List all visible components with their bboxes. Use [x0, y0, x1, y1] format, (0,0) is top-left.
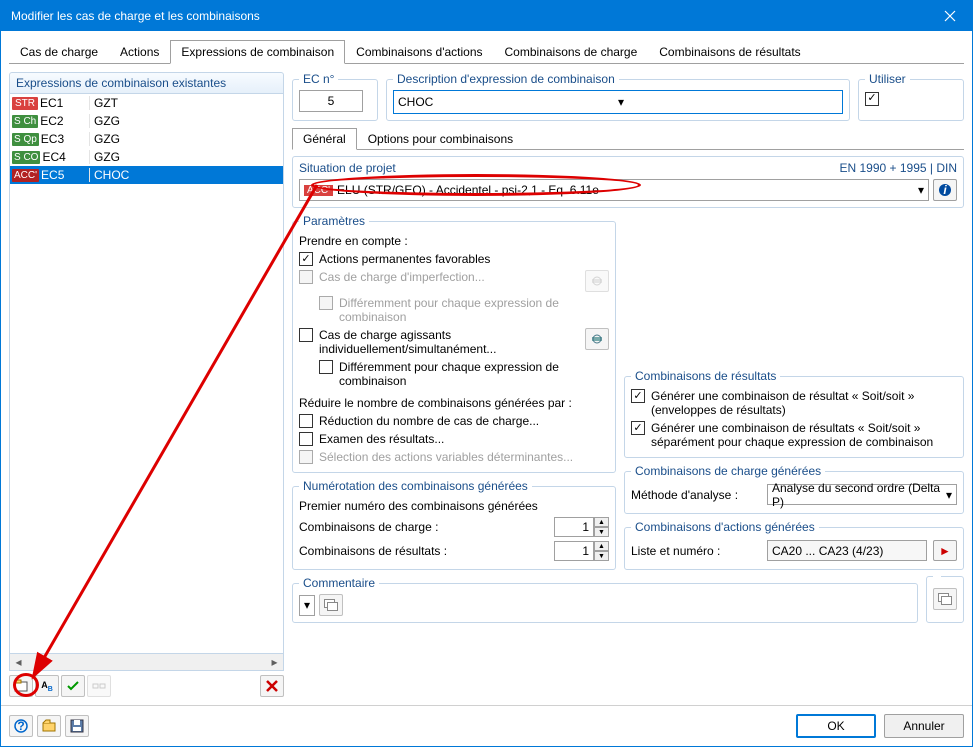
stack-icon — [324, 599, 338, 611]
goto-button[interactable]: ► — [933, 540, 957, 561]
situation-group: Situation de projet EN 1990 + 1995 | DIN… — [292, 156, 964, 208]
ec-list-title: Expressions de combinaison existantes — [9, 72, 284, 94]
sub-tabs: Général Options pour combinaisons — [292, 127, 964, 150]
spinner-result-comb[interactable]: ▲▼ — [554, 541, 609, 561]
stack-icon — [938, 593, 952, 605]
spinner-up-icon[interactable]: ▲ — [594, 541, 609, 551]
spinner-load-comb[interactable]: ▲▼ — [554, 517, 609, 537]
ec-badge: S Ch — [12, 115, 38, 128]
tab-cas-de-charge[interactable]: Cas de charge — [9, 40, 109, 64]
checkbox-agissants[interactable] — [299, 328, 313, 342]
ec-row[interactable]: S ChEC2 GZG — [10, 112, 283, 130]
tab-comb-actions[interactable]: Combinaisons d'actions — [345, 40, 493, 64]
comment-combo[interactable]: ▾ — [299, 595, 315, 616]
settings-group — [926, 576, 964, 623]
open-button[interactable] — [37, 715, 61, 737]
spinner-down-icon[interactable]: ▼ — [594, 527, 609, 537]
result-comb-group: Combinaisons de résultats Générer une co… — [624, 369, 964, 458]
chevron-down-icon[interactable]: ▾ — [946, 488, 952, 502]
spinner-down-icon[interactable]: ▼ — [594, 551, 609, 561]
svg-text:?: ? — [17, 719, 24, 733]
action-comb-group: Combinaisons d'actions générées Liste et… — [624, 520, 964, 570]
chevron-down-icon[interactable]: ▾ — [618, 95, 838, 109]
parameters-group: Paramètres Prendre en compte : Actions p… — [292, 214, 616, 473]
ok-button[interactable]: OK — [796, 714, 876, 738]
checkbox-examine[interactable] — [299, 432, 313, 446]
checkbox-gen-env[interactable] — [631, 389, 645, 403]
ec-row[interactable]: STREC1 GZT — [10, 94, 283, 112]
subtab-options[interactable]: Options pour combinaisons — [357, 128, 524, 150]
use-checkbox[interactable] — [865, 92, 879, 106]
link-button — [87, 675, 111, 697]
close-button[interactable] — [927, 1, 972, 31]
tab-expressions[interactable]: Expressions de combinaison — [170, 40, 345, 64]
window-title: Modifier les cas de charge et les combin… — [11, 9, 260, 23]
gear-button — [585, 270, 609, 292]
comment-library-button[interactable] — [319, 594, 343, 616]
situation-label: Situation de projet — [299, 161, 396, 175]
ec-row[interactable]: S QpEC3 GZG — [10, 130, 283, 148]
situation-badge: ACC' — [304, 185, 333, 196]
ec-badge: ACC' — [12, 169, 39, 182]
chevron-down-icon[interactable]: ▾ — [918, 183, 924, 197]
chevron-down-icon[interactable]: ▾ — [304, 598, 310, 612]
settings-button[interactable] — [933, 588, 957, 610]
method-select[interactable]: Analyse du second ordre (Delta P) ▾ — [767, 484, 957, 505]
checkbox-imperfection — [299, 270, 313, 284]
scroll-left-icon[interactable]: ◂ — [10, 655, 27, 670]
description-group: Description d'expression de combinaison … — [386, 72, 850, 121]
scroll-right-icon[interactable]: ▸ — [266, 655, 283, 670]
checkbox-gen-sep[interactable] — [631, 421, 645, 435]
description-combo[interactable]: CHOC ▾ — [393, 90, 843, 114]
main-tabs: Cas de charge Actions Expressions de com… — [9, 39, 964, 64]
load-comb-group: Combinaisons de charge générées Méthode … — [624, 464, 964, 514]
titlebar: Modifier les cas de charge et les combin… — [1, 1, 972, 31]
situation-select[interactable]: ACC' ELU (STR/GEO) - Accidentel - psi-2,… — [299, 179, 929, 201]
spinner-up-icon[interactable]: ▲ — [594, 517, 609, 527]
checkbox-select-var — [299, 450, 313, 464]
use-group: Utiliser — [858, 72, 964, 121]
checkbox-diff1 — [319, 296, 333, 310]
gear-button[interactable] — [585, 328, 609, 350]
cancel-button[interactable]: Annuler — [884, 714, 964, 738]
check-button[interactable] — [61, 675, 85, 697]
info-button[interactable]: i — [933, 179, 957, 201]
ec-badge: STR — [12, 97, 38, 110]
ec-number-group: EC n° — [292, 72, 378, 121]
save-button[interactable] — [65, 715, 89, 737]
checkbox-diff2[interactable] — [319, 360, 333, 374]
new-button[interactable] — [9, 675, 33, 697]
ec-row[interactable]: S COEC4 GZG — [10, 148, 283, 166]
help-button[interactable]: ? — [9, 715, 33, 737]
tab-actions[interactable]: Actions — [109, 40, 170, 64]
ec-number-input[interactable] — [299, 90, 363, 112]
numbering-group: Numérotation des combinaisons générées P… — [292, 479, 616, 570]
norm-label: EN 1990 + 1995 | DIN — [396, 161, 957, 175]
sort-button[interactable]: AB — [35, 675, 59, 697]
h-scrollbar[interactable]: ◂ ▸ — [9, 654, 284, 671]
tab-comb-resultats[interactable]: Combinaisons de résultats — [648, 40, 811, 64]
subtab-general[interactable]: Général — [292, 128, 357, 150]
checkbox-reduce-cases[interactable] — [299, 414, 313, 428]
list-display: CA20 ... CA23 (4/23) — [767, 540, 927, 561]
checkbox-perm-fav[interactable] — [299, 252, 313, 266]
ec-badge: S CO — [12, 151, 40, 164]
delete-button[interactable] — [260, 675, 284, 697]
ec-row[interactable]: ACC'EC5 CHOC — [10, 166, 283, 184]
ec-badge: S Qp — [12, 133, 39, 146]
tab-comb-charge[interactable]: Combinaisons de charge — [494, 40, 649, 64]
comment-group: Commentaire ▾ — [292, 576, 918, 623]
ec-list[interactable]: STREC1 GZT S ChEC2 GZG S QpEC3 GZG S COE… — [9, 94, 284, 654]
